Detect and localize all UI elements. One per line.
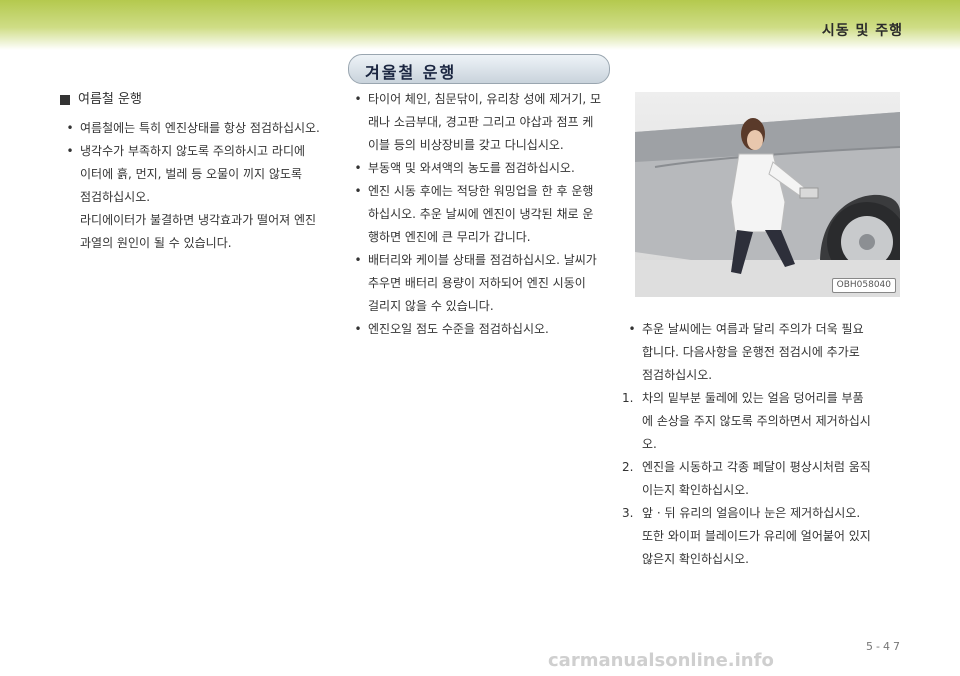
text-line: 걸리지 않을 수 있습니다. (368, 299, 494, 313)
bullet-dot-icon: • (354, 161, 362, 175)
text-line: 차의 밑부분 둘레에 있는 얼음 덩어리를 부품 (642, 391, 864, 405)
text-line: 이블 등의 비상장비를 갖고 다니십시오. (368, 138, 564, 152)
summer-section: 여름철 운행 • 여름철에는 특히 엔진상태를 항상 점검하십시오. • 냉각수… (60, 88, 328, 255)
watermark: carmanualsonline.info (548, 650, 774, 671)
bullet-dot-icon: • (354, 253, 362, 267)
bullet-dot-icon: • (354, 184, 362, 198)
text-line: 점검하십시오. (80, 190, 151, 204)
text-line: 이터에 흙, 먼지, 벌레 등 오물이 끼지 않도록 (80, 167, 303, 181)
page-header: 시동 및 주행 (0, 0, 960, 50)
text-line: 엔진을 시동하고 각종 페달이 평상시처럼 움직 (642, 460, 871, 474)
winter-car-photo: OBH058040 (635, 92, 900, 297)
page-number: 5-47 (866, 640, 903, 653)
bullet-dot-icon: • (354, 92, 362, 106)
text-line: 앞 · 뒤 유리의 얼음이나 눈은 제거하십시오. (642, 506, 861, 520)
text-line: 배터리와 케이블 상태를 점검하십시오. 날씨가 (368, 253, 597, 267)
bullet-dot-icon: • (354, 322, 362, 336)
text-line: 부동액 및 와셔액의 농도를 점검하십시오. (368, 161, 575, 175)
text-line: 에 손상을 주지 않도록 주의하면서 제거하십시 (642, 414, 871, 428)
bullet-dot-icon: • (66, 144, 74, 158)
car-illustration (635, 112, 900, 297)
text-line: 않은지 확인하십시오. (642, 552, 749, 566)
text-line: 엔진오일 점도 수준을 점검하십시오. (368, 322, 549, 336)
text-line: 또한 와이퍼 블레이드가 유리에 얼어붙어 있지 (642, 529, 871, 543)
summer-heading: 여름철 운행 (60, 88, 328, 111)
numbered-item: 1. 차의 밑부분 둘레에 있는 얼음 덩어리를 부품 에 손상을 주지 않도록… (622, 387, 908, 456)
list-item: • 부동액 및 와셔액의 농도를 점검하십시오. (348, 157, 618, 180)
bullet-dot-icon: • (628, 322, 636, 336)
winter-notes: • 추운 날씨에는 여름과 달리 주의가 더욱 필요 합니다. 다음사항을 운행… (622, 318, 908, 571)
text-line: 엔진 시동 후에는 적당한 워밍업을 한 후 운행 (368, 184, 594, 198)
section-title: 시동 및 주행 (821, 23, 903, 39)
text-line: 여름철에는 특히 엔진상태를 항상 점검하십시오. (80, 121, 320, 135)
text-line: 행하면 엔진에 큰 무리가 갑니다. (368, 230, 531, 244)
text-line: 추우면 배터리 용량이 저하되어 엔진 시동이 (368, 276, 586, 290)
text-line: 오. (642, 437, 657, 451)
item-number: 3. (622, 506, 634, 520)
text-line: 과열의 원인이 될 수 있습니다. (80, 236, 232, 250)
text-line: 라디에이터가 불결하면 냉각효과가 떨어져 엔진 (80, 213, 317, 227)
numbered-item: 2. 엔진을 시동하고 각종 페달이 평상시처럼 움직 이는지 확인하십시오. (622, 456, 908, 502)
text-line: 하십시오. 추운 날씨에 엔진이 냉각된 채로 운 (368, 207, 594, 221)
list-item: • 타이어 체인, 침문닦이, 유리창 성에 제거기, 모 래나 소금부대, 경… (348, 88, 618, 157)
item-number: 2. (622, 460, 634, 474)
text-line: 냉각수가 부족하지 않도록 주의하시고 라디에 (80, 144, 306, 158)
summer-heading-text: 여름철 운행 (78, 92, 142, 107)
text-line: 합니다. 다음사항을 운행전 점검시에 추가로 (642, 345, 860, 359)
text-line: 추운 날씨에는 여름과 달리 주의가 더욱 필요 (642, 322, 864, 336)
square-bullet-icon (60, 94, 70, 105)
text-line: 래나 소금부대, 경고판 그리고 야삽과 점프 케 (368, 115, 594, 129)
list-item: • 배터리와 케이블 상태를 점검하십시오. 날씨가 추우면 배터리 용량이 저… (348, 249, 618, 318)
list-item: • 엔진 시동 후에는 적당한 워밍업을 한 후 운행 하십시오. 추운 날씨에… (348, 180, 618, 249)
item-number: 1. (622, 391, 634, 405)
list-item: • 엔진오일 점도 수준을 점검하십시오. (348, 318, 618, 341)
figure-code: OBH058040 (831, 278, 896, 293)
text-line: 타이어 체인, 침문닦이, 유리창 성에 제거기, 모 (368, 92, 602, 106)
list-item: • 추운 날씨에는 여름과 달리 주의가 더욱 필요 합니다. 다음사항을 운행… (622, 318, 908, 387)
bullet-dot-icon: • (66, 121, 74, 135)
list-item: • 냉각수가 부족하지 않도록 주의하시고 라디에 이터에 흙, 먼지, 벌레 … (60, 140, 328, 255)
numbered-item: 3. 앞 · 뒤 유리의 얼음이나 눈은 제거하십시오. 또한 와이퍼 블레이드… (622, 502, 908, 571)
banner-title: 겨울철 운행 (365, 63, 457, 82)
winter-section: • 타이어 체인, 침문닦이, 유리창 성에 제거기, 모 래나 소금부대, 경… (348, 88, 618, 341)
winter-banner: 겨울철 운행 (348, 54, 610, 84)
list-item: • 여름철에는 특히 엔진상태를 항상 점검하십시오. (60, 117, 328, 140)
text-line: 점검하십시오. (642, 368, 713, 382)
text-line: 이는지 확인하십시오. (642, 483, 749, 497)
